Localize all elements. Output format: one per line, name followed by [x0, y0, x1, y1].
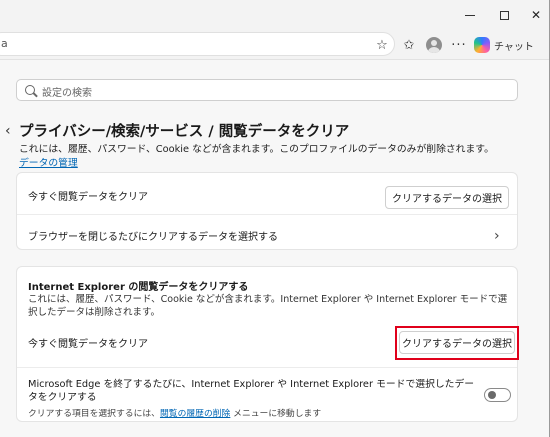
browser-window: ✕ a ☆ ✩ ··· チャット 設定の検索 ‹ プライバシー/検索/サービス …	[0, 0, 550, 437]
title-bar: ✕	[0, 0, 549, 30]
ie-clear-on-exit-label: Microsoft Edge を終了するたびに、Internet Explore…	[28, 379, 475, 403]
ie-section-title: Internet Explorer の閲覧データをクリアする	[28, 282, 249, 293]
profile-icon	[426, 37, 442, 53]
settings-content: 設定の検索 ‹ プライバシー/検索/サービス / 閲覧データをクリア これには、…	[0, 61, 549, 437]
row-divider	[17, 214, 517, 215]
more-menu-icon[interactable]: ···	[450, 36, 468, 54]
toggle-knob	[488, 391, 496, 399]
minimize-icon	[465, 14, 475, 16]
ie-hint-text: クリアする項目を選択するには、閲覧の履歴の削除 メニューに移動します	[28, 406, 321, 419]
hint-prefix: クリアする項目を選択するには、	[28, 409, 160, 419]
page-description: これには、履歴、パスワード、Cookie などが含まれます。このプロファイルのデ…	[19, 144, 494, 155]
clear-on-close-row[interactable]: ブラウザーを閉じるたびにクリアするデータを選択する	[28, 228, 278, 243]
chevron-right-icon[interactable]: ›	[494, 228, 500, 244]
copilot-icon	[474, 37, 490, 53]
copilot-label: チャット	[494, 41, 534, 53]
settings-search-input[interactable]: 設定の検索	[16, 79, 518, 101]
hint-suffix: メニューに移動します	[230, 409, 322, 419]
ie-section-description: これには、履歴、パスワード、Cookie などが含まれます。Internet E…	[28, 294, 508, 318]
manage-data-link[interactable]: データの管理	[19, 155, 78, 169]
ie-clear-on-exit-toggle[interactable]	[484, 388, 511, 402]
back-chevron-icon[interactable]: ‹	[5, 123, 11, 139]
highlight-box	[395, 326, 519, 360]
profile-avatar[interactable]	[425, 36, 443, 54]
copilot-button[interactable]: チャット	[474, 35, 534, 55]
choose-data-to-clear-button[interactable]: クリアするデータの選択	[385, 186, 509, 209]
ie-clear-data-card: Internet Explorer の閲覧データをクリアする これには、履歴、パ…	[16, 266, 519, 422]
close-button[interactable]: ✕	[516, 0, 549, 30]
page-title: プライバシー/検索/サービス / 閲覧データをクリア	[19, 124, 350, 140]
favorite-star-icon[interactable]: ☆	[373, 36, 391, 54]
row-divider	[17, 367, 517, 368]
ie-clear-now-label: 今すぐ閲覧データをクリア	[28, 339, 148, 350]
close-icon: ✕	[530, 8, 542, 22]
clear-browsing-data-card: 今すぐ閲覧データをクリア クリアするデータの選択 ブラウザーを閉じるたびにクリア…	[16, 172, 518, 250]
search-icon	[25, 85, 35, 95]
address-text: a	[1, 37, 8, 50]
clear-now-label: 今すぐ閲覧データをクリア	[28, 192, 148, 203]
maximize-icon	[499, 10, 509, 20]
delete-history-link[interactable]: 閲覧の履歴の削除	[160, 409, 230, 419]
favorites-icon[interactable]: ✩	[400, 36, 418, 54]
search-placeholder: 設定の検索	[42, 88, 92, 99]
address-bar[interactable]: a	[0, 32, 395, 56]
browser-toolbar: a ☆ ✩ ··· チャット	[0, 30, 549, 60]
